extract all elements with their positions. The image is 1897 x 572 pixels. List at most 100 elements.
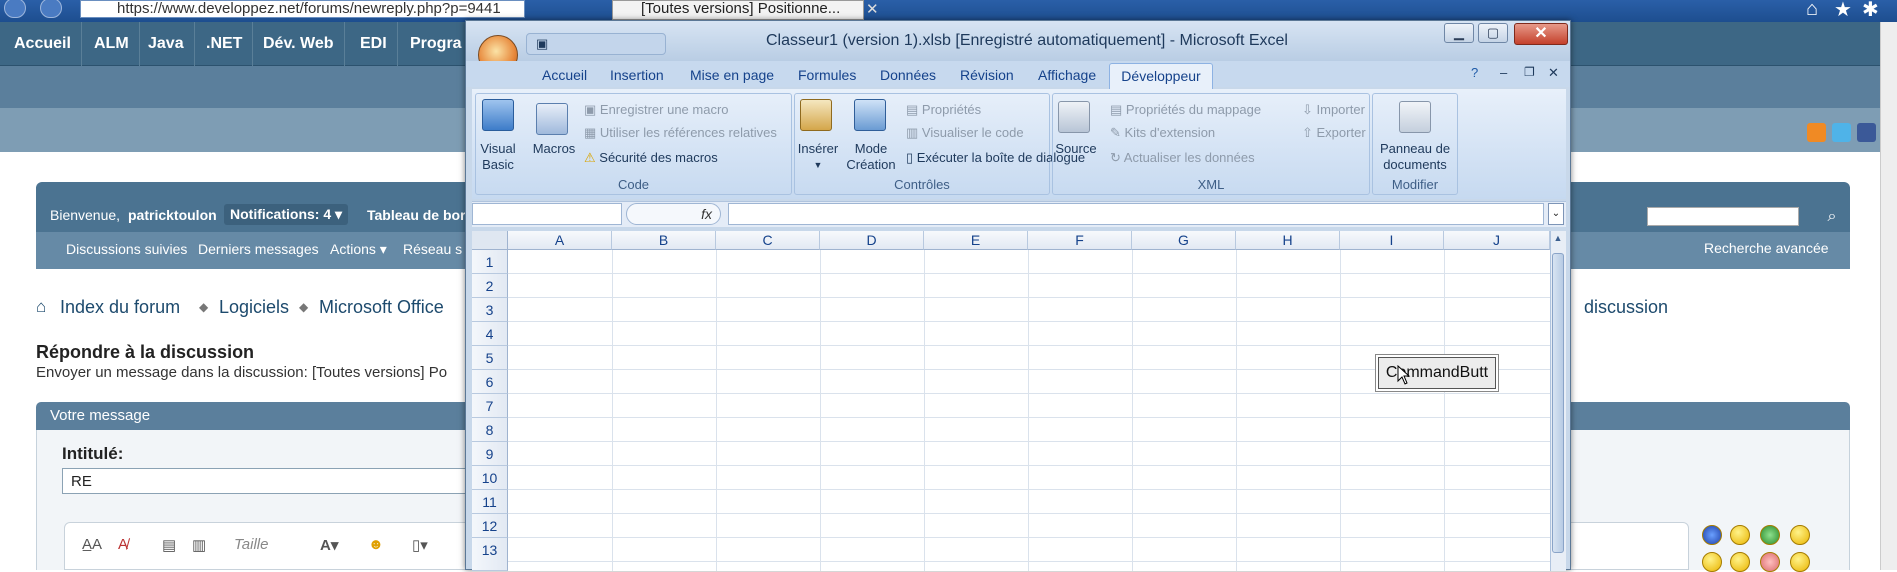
column-header[interactable]: B: [612, 231, 716, 250]
smiley-icon[interactable]: [1702, 552, 1722, 572]
smiley-icon[interactable]: [1790, 552, 1810, 572]
forum-search-input[interactable]: [1647, 207, 1799, 226]
column-header[interactable]: F: [1028, 231, 1132, 250]
record-macro-button[interactable]: ▣ Enregistrer une macro: [584, 102, 729, 118]
smiley-icon[interactable]: [1790, 525, 1810, 545]
settings-icon[interactable]: ✱: [1862, 0, 1879, 22]
row-header[interactable]: 11: [472, 490, 508, 514]
row-header[interactable]: 2: [472, 274, 508, 298]
command-button[interactable]: CommandButt: [1378, 357, 1496, 389]
subnav-network[interactable]: Réseau s: [403, 241, 462, 257]
refresh-data-button[interactable]: ↻ Actualiser les données: [1110, 150, 1255, 166]
scroll-thumb[interactable]: [1552, 253, 1564, 553]
row-header[interactable]: 9: [472, 442, 508, 466]
row-header[interactable]: 10: [472, 466, 508, 490]
row-header[interactable]: 8: [472, 418, 508, 442]
breadcrumb-logiciels[interactable]: Logiciels: [219, 297, 289, 318]
subnav-actions[interactable]: Actions ▾: [330, 241, 387, 258]
tab-close-icon[interactable]: ✕: [866, 0, 879, 18]
row-header[interactable]: 6: [472, 370, 508, 394]
row-header[interactable]: 4: [472, 322, 508, 346]
column-header[interactable]: D: [820, 231, 924, 250]
title-input[interactable]: RE: [62, 468, 482, 494]
close-button[interactable]: ✕: [1514, 23, 1568, 45]
smiley-icon[interactable]: [1760, 552, 1780, 572]
insert-function-button[interactable]: fx: [626, 203, 721, 225]
search-button[interactable]: ⌕: [1817, 204, 1847, 229]
select-all-corner[interactable]: [472, 231, 508, 250]
font-format-icon[interactable]: A̲A: [82, 536, 102, 553]
nav-accueil[interactable]: Accueil: [4, 22, 82, 66]
tab-accueil[interactable]: Accueil: [542, 67, 587, 83]
username[interactable]: patricktoulon: [128, 207, 217, 223]
row-header[interactable]: 12: [472, 514, 508, 538]
forward-button[interactable]: [40, 0, 62, 18]
properties-button[interactable]: ▤ Propriétés: [906, 102, 981, 118]
nav-dotnet[interactable]: .NET: [196, 22, 254, 66]
design-mode-button[interactable]: Mode Création: [846, 141, 896, 173]
document-panel-button[interactable]: Panneau de documents: [1372, 141, 1458, 173]
remove-format-icon[interactable]: A̸: [118, 536, 128, 553]
rss-icon[interactable]: [1807, 123, 1826, 142]
nav-prog[interactable]: Progra: [400, 22, 472, 66]
macro-security-button[interactable]: ⚠ Sécurité des macros: [584, 150, 718, 166]
smiley-icon[interactable]: [1760, 525, 1780, 545]
expansion-packs-button[interactable]: ✎ Kits d'extension: [1110, 125, 1215, 141]
worksheet-grid[interactable]: [472, 231, 1550, 571]
workbook-close-icon[interactable]: ✕: [1548, 65, 1559, 81]
tab-revision[interactable]: Révision: [960, 67, 1014, 83]
notifications-button[interactable]: Notifications: 4 ▾: [224, 204, 349, 225]
paste-word-icon[interactable]: ▥: [192, 536, 206, 554]
row-header[interactable]: 7: [472, 394, 508, 418]
help-icon[interactable]: ?: [1471, 65, 1478, 80]
browser-tab[interactable]: [Toutes versions] Positionne...: [612, 0, 864, 20]
column-header[interactable]: J: [1444, 231, 1550, 250]
column-header[interactable]: H: [1236, 231, 1340, 250]
font-size-select[interactable]: Taille: [234, 536, 268, 553]
row-header[interactable]: 5: [472, 346, 508, 370]
home-crumb-icon[interactable]: ⌂: [36, 297, 46, 317]
insert-media-icon[interactable]: ▯▾: [412, 536, 428, 554]
scroll-up-icon[interactable]: ▲: [1552, 233, 1564, 249]
name-box[interactable]: [472, 203, 622, 225]
row-header[interactable]: 3: [472, 298, 508, 322]
xml-source-button[interactable]: Source: [1052, 141, 1100, 157]
smiley-icon[interactable]: [1730, 525, 1750, 545]
back-button[interactable]: [4, 0, 26, 18]
relative-refs-button[interactable]: ▦ Utiliser les références relatives: [584, 125, 777, 141]
tab-mise-en-page[interactable]: Mise en page: [690, 67, 774, 83]
expand-formula-icon[interactable]: ⌄: [1548, 203, 1564, 225]
map-properties-button[interactable]: ▤ Propriétés du mappage: [1110, 102, 1261, 118]
facebook-icon[interactable]: [1857, 123, 1876, 142]
nav-devweb[interactable]: Dév. Web: [253, 22, 345, 66]
column-header[interactable]: G: [1132, 231, 1236, 250]
column-header[interactable]: A: [508, 231, 612, 250]
text-color-icon[interactable]: A▾: [320, 536, 338, 554]
minimize-button[interactable]: ▁: [1444, 23, 1474, 43]
star-icon[interactable]: ★: [1834, 0, 1852, 22]
nav-java[interactable]: Java: [138, 22, 195, 66]
home-icon[interactable]: ⌂: [1806, 0, 1818, 21]
tab-formules[interactable]: Formules: [798, 67, 856, 83]
smiley-picker-icon[interactable]: ☻: [368, 536, 384, 553]
dashboard-link[interactable]: Tableau de bor: [367, 207, 466, 223]
export-button[interactable]: ⇧ Exporter: [1302, 125, 1366, 141]
subnav-latest[interactable]: Derniers messages: [198, 241, 319, 257]
workbook-restore-icon[interactable]: ❐: [1524, 65, 1535, 79]
nav-edi[interactable]: EDI: [350, 22, 398, 66]
formula-input[interactable]: [728, 203, 1544, 225]
tab-developpeur[interactable]: Développeur: [1109, 63, 1213, 89]
address-bar[interactable]: https://www.developpez.net/forums/newrep…: [80, 0, 525, 18]
workbook-minimize-icon[interactable]: –: [1500, 65, 1507, 80]
tab-affichage[interactable]: Affichage: [1038, 67, 1096, 83]
column-header[interactable]: E: [924, 231, 1028, 250]
nav-alm[interactable]: ALM: [84, 22, 140, 66]
row-header[interactable]: 13: [472, 538, 508, 571]
page-scrollbar[interactable]: [1880, 22, 1897, 570]
save-icon[interactable]: ▣: [536, 36, 548, 52]
macros-button[interactable]: Macros: [526, 141, 582, 157]
smiley-icon[interactable]: [1730, 552, 1750, 572]
import-button[interactable]: ⇩ Importer: [1302, 102, 1365, 118]
smiley-icon[interactable]: [1702, 525, 1722, 545]
maximize-button[interactable]: ▢: [1478, 23, 1508, 43]
